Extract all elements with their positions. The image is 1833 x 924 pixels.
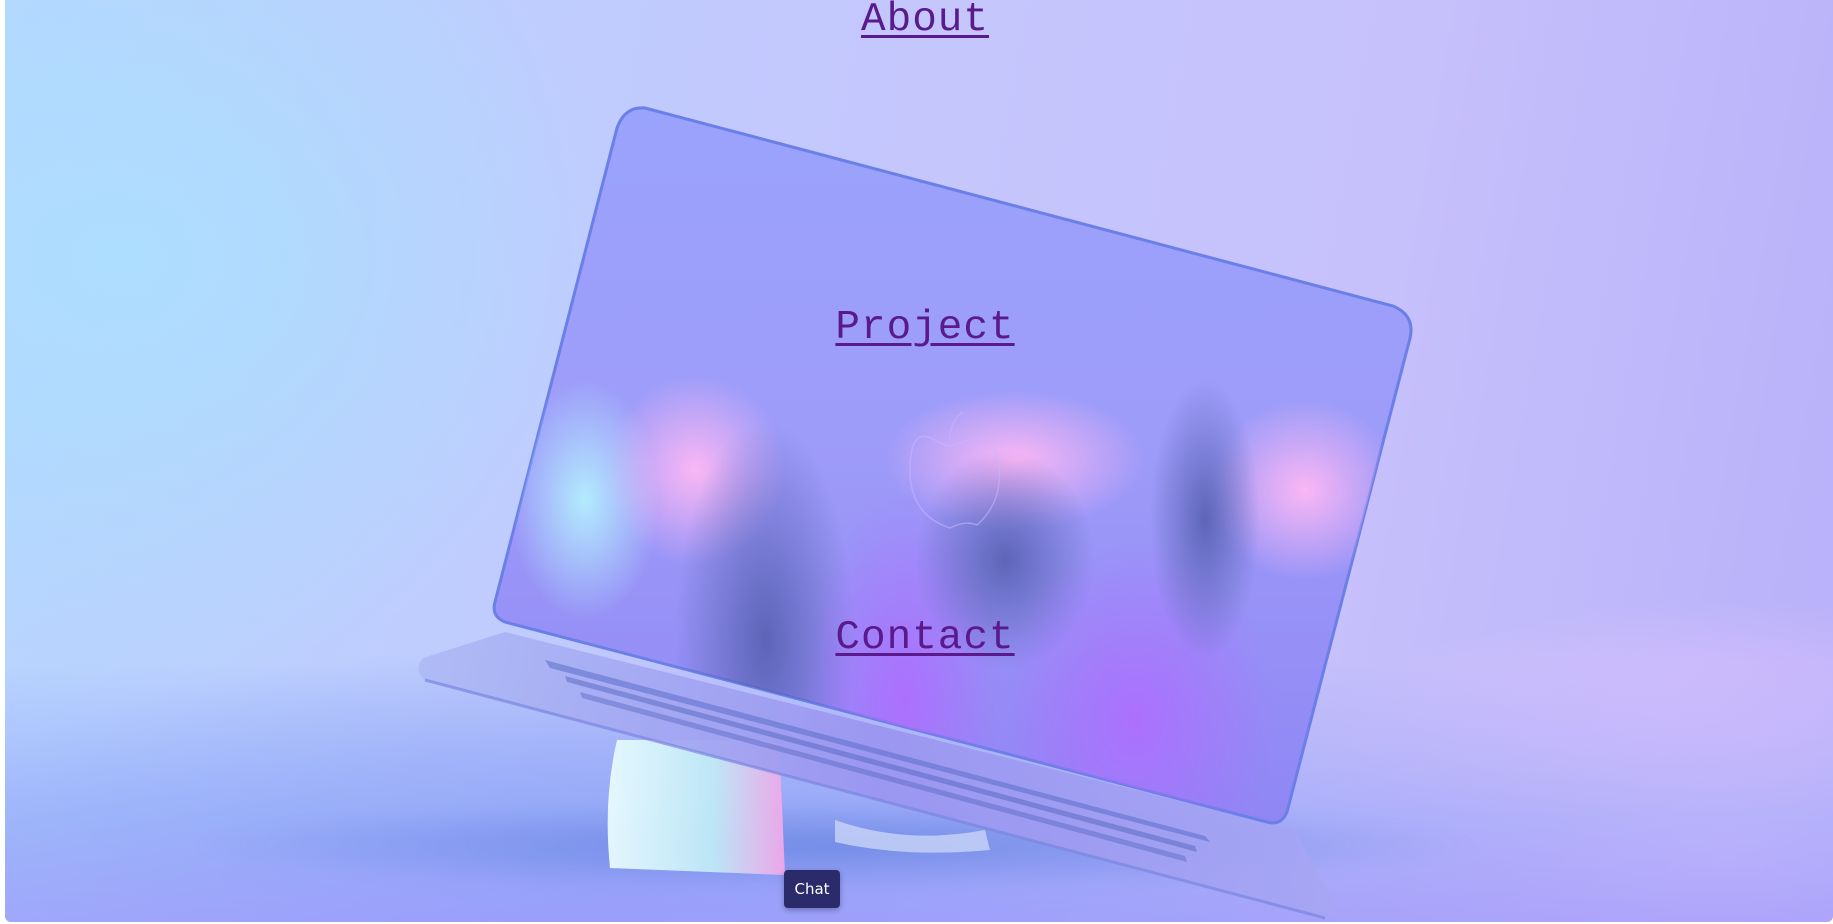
nav-link-about[interactable]: About (861, 0, 989, 41)
laptop-illustration (418, 106, 1413, 920)
page-background: About Project Contact (5, 0, 1833, 922)
nav-link-project[interactable]: Project (835, 308, 1014, 349)
nav-link-contact[interactable]: Contact (835, 618, 1014, 659)
chat-button[interactable]: Chat (784, 870, 840, 908)
